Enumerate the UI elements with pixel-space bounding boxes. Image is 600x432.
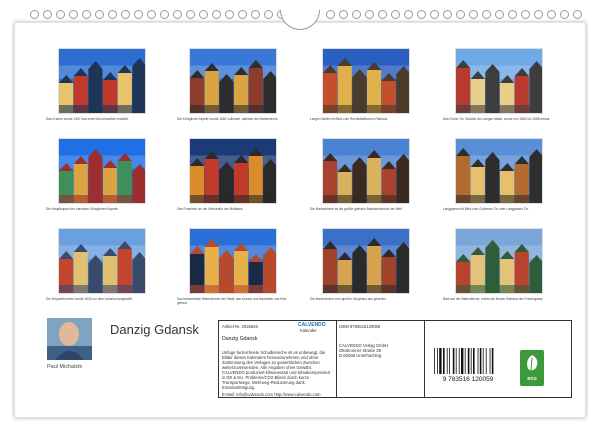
binding-ring: [30, 10, 39, 19]
binding-ring: [173, 10, 182, 19]
binding-ring: [186, 10, 195, 19]
binding-ring: [212, 10, 221, 19]
binding-ring: [456, 10, 465, 19]
thumbnail-caption: Das Krantor wurde 1367 das erste Mal urk…: [46, 117, 129, 121]
binding-ring: [482, 10, 491, 19]
isbn: ISBN 9783516120059: [339, 324, 381, 329]
thumbnail-caption: Die Königliche Kapelle wurde 1682 vollen…: [177, 117, 278, 121]
thumbnail-caption: Das Grüne Tor, Stadttor am Langen Markt,…: [443, 117, 550, 121]
calvendo-note: CALVENDO produziert klimaneutral und kli…: [222, 370, 331, 390]
description-text: Unfuge bezeichnete Schulbereiche ist es …: [222, 350, 326, 370]
thumbnail-photo: [455, 48, 543, 114]
thumbnail-3: [322, 48, 410, 114]
info-column-middle: [337, 321, 425, 397]
binding-ring: [404, 10, 413, 19]
binding-ring: [199, 10, 208, 19]
thumbnail-photo: [58, 228, 146, 294]
binding-ring: [443, 10, 452, 19]
binding-ring: [56, 10, 65, 19]
binding-ring: [417, 10, 426, 19]
thumbnail-photo: [322, 48, 410, 114]
binding-ring: [69, 10, 78, 19]
binding-ring: [147, 10, 156, 19]
thumbnail-photo: [189, 48, 277, 114]
thumbnail-5: [58, 138, 146, 204]
thumbnail-2: [189, 48, 277, 114]
binding-ring: [534, 10, 543, 19]
thumbnail-photo: [58, 138, 146, 204]
thumbnail-6: [189, 138, 277, 204]
contact-info: E-Mail: info@calvendo.com http://www.cal…: [222, 392, 321, 397]
thumbnail-photo: [455, 228, 543, 294]
binding-ring: [573, 10, 582, 19]
publisher-line-3: D-82008 Unterhaching: [339, 353, 382, 358]
binding-ring: [95, 10, 104, 19]
binding-ring: [495, 10, 504, 19]
thumbnail-7: [322, 138, 410, 204]
binding-ring: [43, 10, 52, 19]
binding-ring: [108, 10, 117, 19]
binding-ring: [391, 10, 400, 19]
barcode-digits: 9 783516 120059: [443, 376, 494, 382]
binding-ring: [378, 10, 387, 19]
thumbnail-photo: [322, 228, 410, 294]
thumbnail-caption: Das bekannteste Wahrzeichen der Stadt, d…: [177, 297, 287, 305]
binding-ring: [326, 10, 335, 19]
binding-ring: [508, 10, 517, 19]
thumbnail-4: [455, 48, 543, 114]
binding-ring: [225, 10, 234, 19]
binding-ring: [82, 10, 91, 19]
binding-ring: [251, 10, 260, 19]
author-photo: [47, 318, 92, 360]
thumbnail-photo: [189, 228, 277, 294]
thumbnail-caption: Langgasse mit Blick zum Goldenen Tor ode…: [443, 207, 529, 211]
binding-ring: [352, 10, 361, 19]
article-number: Artikel-Nr. 2026646: [222, 324, 258, 329]
thumbnail-photo: [189, 138, 277, 204]
thumbnail-caption: Der Neptunbrunnen wurde 1633 vor dem Art…: [46, 297, 132, 301]
calvendo-tagline: Kalender: [300, 328, 317, 333]
binding-ring: [469, 10, 478, 19]
thumbnail-caption: Die Hauptkuppel der barocken Königlichen…: [46, 207, 118, 211]
thumbnail-caption: Die Marienkirche vom großen Zeughaus aus…: [310, 297, 387, 301]
binding-ring: [121, 10, 130, 19]
binding-ring: [339, 10, 348, 19]
thumbnail-caption: Langen Markt mit Blick zum Rechtstädtisc…: [310, 117, 388, 121]
binding-ring: [521, 10, 530, 19]
thumbnail-8: [455, 138, 543, 204]
thumbnail-1: [58, 48, 146, 114]
thumbnail-10: [189, 228, 277, 294]
binding-ring: [430, 10, 439, 19]
barcode: 9 783516 120059: [428, 348, 508, 383]
thumbnail-caption: Blick auf die Marienkirche, rechts die N…: [443, 297, 543, 301]
binding-ring: [264, 10, 273, 19]
thumbnail-caption: Das Prasentor an der Uferstraße der Mott…: [177, 207, 243, 211]
thumbnail-photo: [322, 138, 410, 204]
thumbnail-caption: Die Marienkirche ist die größte gotische…: [310, 207, 402, 211]
binding-ring: [547, 10, 556, 19]
thumbnail-12: [455, 228, 543, 294]
thumbnail-photo: [455, 138, 543, 204]
calendar-title: Danzig Gdansk: [110, 322, 199, 337]
thumbnail-photo: [58, 48, 146, 114]
binding-ring: [560, 10, 569, 19]
binding-ring: [365, 10, 374, 19]
eco-badge: eco: [520, 350, 544, 386]
binding-ring: [160, 10, 169, 19]
binding-ring: [238, 10, 247, 19]
binding-ring: [134, 10, 143, 19]
author-name: Paul Michalzik: [47, 364, 83, 370]
thumbnail-11: [322, 228, 410, 294]
short-title: Danzig Gdansk: [222, 336, 258, 342]
eco-label: eco: [527, 376, 537, 382]
thumbnail-9: [58, 228, 146, 294]
